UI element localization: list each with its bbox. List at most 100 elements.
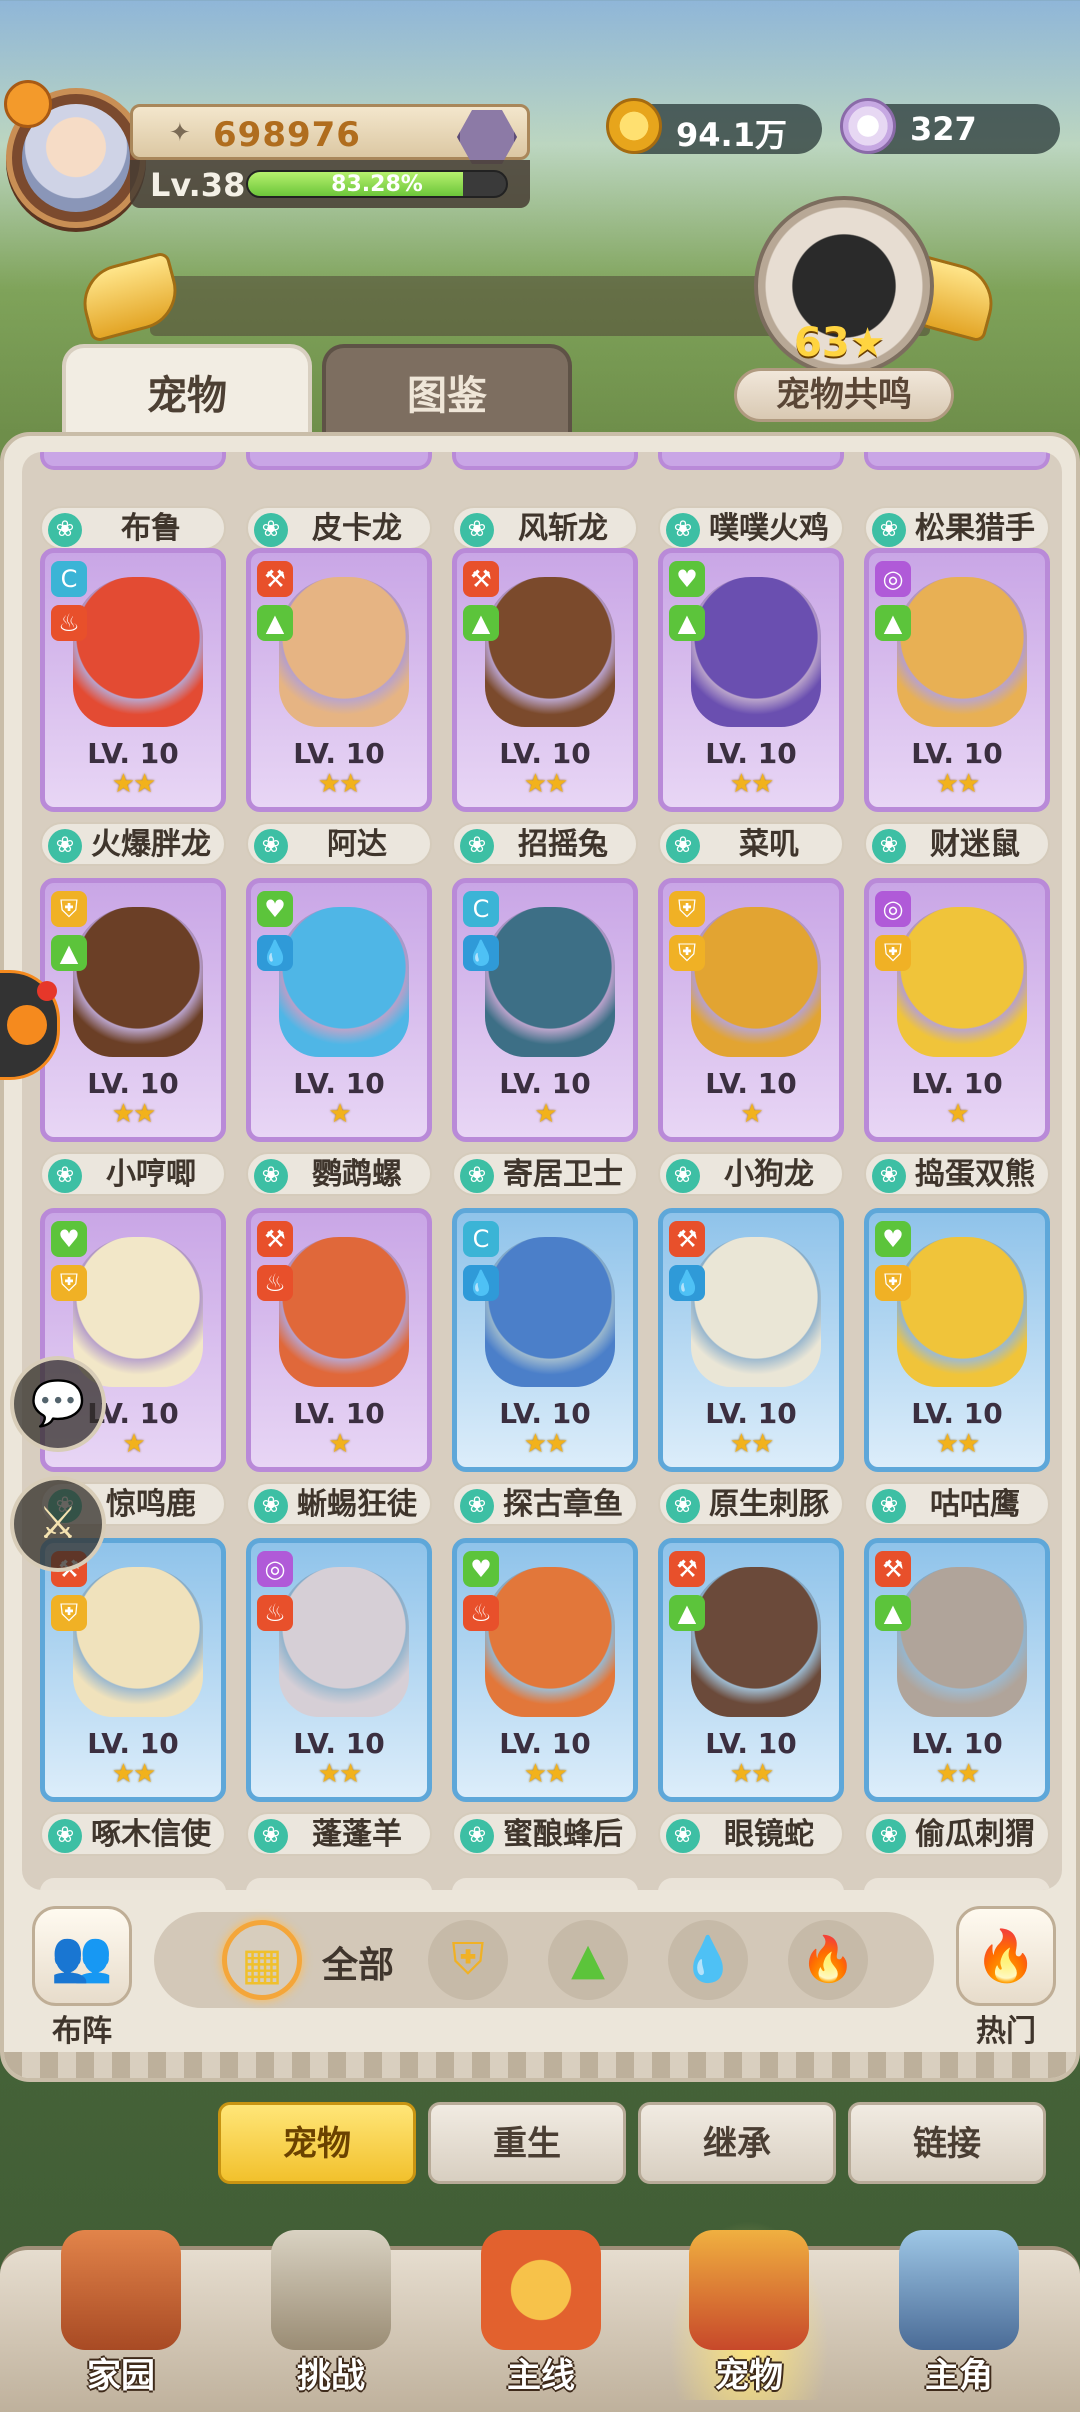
pet-name-pill[interactable]: ❀ 小狗龙 xyxy=(658,1152,844,1196)
element-badge-icon: ▲ xyxy=(875,1595,911,1631)
pet-card[interactable]: ⚒ 💧 LV. 10 ★★ xyxy=(658,1208,844,1472)
filter-earth-button[interactable]: ⛨ xyxy=(428,1920,508,2000)
pet-grid[interactable]: ❀ 布鲁 ❀ 皮卡龙 ❀ 风斩龙 ❀ 噗噗火鸡 ❀ 松果猎手 C ♨ LV. 10 ★… xyxy=(22,452,1062,1890)
pet-card[interactable]: ♥ ▲ LV. 10 ★★ xyxy=(658,548,844,812)
pet-name-pill[interactable]: ❀ 眼镜蛇 xyxy=(658,1812,844,1856)
pet-card[interactable]: ⚒ ▲ LV. 10 ★★ xyxy=(452,548,638,812)
paw-icon: ❀ xyxy=(872,513,906,547)
pet-name: 松果猎手 xyxy=(915,511,1035,546)
nav-pets[interactable]: 宠物 xyxy=(664,2220,834,2412)
partial-card xyxy=(658,452,844,470)
paw-icon: ❀ xyxy=(254,829,288,863)
pet-card[interactable]: ◎ ▲ LV. 10 ★★ xyxy=(864,548,1050,812)
action-inherit-button[interactable]: 继承 xyxy=(638,2102,836,2184)
pet-resonance-button[interactable]: 63★ 宠物共鸣 xyxy=(734,196,954,426)
filter-all-button[interactable]: ▦ xyxy=(222,1920,302,2000)
pet-card[interactable]: ♥ ♨ LV. 10 ★★ xyxy=(452,1538,638,1802)
nav-home-label: 家园 xyxy=(87,2356,155,2396)
pet-name-pill[interactable]: ❀ 蜥蜴狂徒 xyxy=(246,1482,432,1526)
class-badge-icon: ⚒ xyxy=(257,1221,293,1257)
pet-name-pill[interactable]: ❀ 风斩龙 xyxy=(452,506,638,550)
pet-card[interactable]: ⛨ ▲ LV. 10 ★★ xyxy=(40,878,226,1142)
nav-challenge[interactable]: 挑战 xyxy=(246,2220,416,2412)
pet-name-pill[interactable]: ❀ 噗噗火鸡 xyxy=(658,506,844,550)
pet-name-pill[interactable]: ❀ 菜叽 xyxy=(658,822,844,866)
action-pets-button[interactable]: 宠物 xyxy=(218,2102,416,2184)
pet-card[interactable]: ⛨ ⛨ LV. 10 ★ xyxy=(658,878,844,1142)
chat-button[interactable]: 💬 xyxy=(10,1356,106,1452)
pet-name-pill[interactable]: ❀ 小哼唧 xyxy=(40,1152,226,1196)
pet-level: LV. 10 xyxy=(911,1397,1003,1430)
pet-name: 皮卡龙 xyxy=(312,511,402,546)
pet-name-pill[interactable]: ❀ 鹦鹉螺 xyxy=(246,1152,432,1196)
pet-name-pill[interactable]: ❀ 布鲁 xyxy=(40,506,226,550)
formation-button[interactable]: 👥 xyxy=(32,1906,132,2006)
pet-name: 小哼唧 xyxy=(106,1157,196,1192)
pet-stars: ★★ xyxy=(729,1759,775,1789)
action-rebirth-button[interactable]: 重生 xyxy=(428,2102,626,2184)
pet-card[interactable]: ⚒ ▲ LV. 10 ★★ xyxy=(658,1538,844,1802)
pet-name-pill[interactable]: ❀ 原生刺豚 xyxy=(658,1482,844,1526)
pet-name-pill[interactable]: ❀ 蜜酿蜂后 xyxy=(452,1812,638,1856)
nav-home[interactable]: 家园 xyxy=(36,2220,206,2412)
pet-name-pill[interactable]: ❀ 啄木信使 xyxy=(40,1812,226,1856)
pet-card[interactable]: ⚒ ▲ LV. 10 ★★ xyxy=(864,1538,1050,1802)
battle-button[interactable]: ⚔ xyxy=(10,1476,106,1572)
pet-name-pill[interactable]: ❀ 偷瓜刺猬 xyxy=(864,1812,1050,1856)
element-badge-icon: 💧 xyxy=(463,935,499,971)
pet-name-pill[interactable]: ❀ 寄居卫士 xyxy=(452,1152,638,1196)
power-value: 698976 xyxy=(213,115,361,155)
settings-hex-icon[interactable] xyxy=(457,110,517,164)
pet-card[interactable]: ♥ 💧 LV. 10 ★ xyxy=(246,878,432,1142)
pet-portrait xyxy=(73,1567,203,1717)
paw-icon: ❀ xyxy=(872,829,906,863)
nav-pets-label: 宠物 xyxy=(715,2356,783,2396)
class-badge-icon: ⚒ xyxy=(669,1551,705,1587)
pet-name: 鹦鹉螺 xyxy=(312,1157,402,1192)
filter-grass-button[interactable]: ▲ xyxy=(548,1920,628,2000)
action-link-button[interactable]: 链接 xyxy=(848,2102,1046,2184)
pet-card[interactable]: ⚒ ♨ LV. 10 ★ xyxy=(246,1208,432,1472)
pet-card[interactable]: C 💧 LV. 10 ★★ xyxy=(452,1208,638,1472)
resonance-count: 63★ xyxy=(794,320,886,366)
gold-counter[interactable]: 94.1万 xyxy=(606,98,822,154)
level-bar: Lv.38 83.28% xyxy=(130,160,530,208)
element-badge-icon: 💧 xyxy=(463,1265,499,1301)
pet-portrait xyxy=(279,1567,409,1717)
nav-main-story[interactable]: 主线 xyxy=(456,2220,626,2412)
pet-name-pill[interactable]: ❀ 皮卡龙 xyxy=(246,506,432,550)
shell-counter[interactable]: 327 xyxy=(840,98,1060,154)
pet-card[interactable]: ◎ ⛨ LV. 10 ★ xyxy=(864,878,1050,1142)
hot-button[interactable]: 🔥 xyxy=(956,1906,1056,2006)
paw-icon: ❀ xyxy=(48,513,82,547)
pet-name-pill[interactable]: ❀ 咕咕鹰 xyxy=(864,1482,1050,1526)
pet-name-pill[interactable]: ❀ 捣蛋双熊 xyxy=(864,1152,1050,1196)
filter-fire-button[interactable]: 🔥 xyxy=(788,1920,868,2000)
pet-name-pill[interactable]: ❀ 招摇兔 xyxy=(452,822,638,866)
pet-name-pill[interactable]: ❀ 松果猎手 xyxy=(864,506,1050,550)
pet-card[interactable]: ◎ ♨ LV. 10 ★★ xyxy=(246,1538,432,1802)
pet-name: 火爆胖龙 xyxy=(91,827,211,862)
pet-name: 寄居卫士 xyxy=(503,1157,623,1192)
pet-card[interactable]: C 💧 LV. 10 ★ xyxy=(452,878,638,1142)
pet-stars: ★★ xyxy=(111,1099,157,1129)
pet-name-pill[interactable]: ❀ 财迷鼠 xyxy=(864,822,1050,866)
pet-card[interactable]: ⚒ ▲ LV. 10 ★★ xyxy=(246,548,432,812)
paw-icon: ❀ xyxy=(48,829,82,863)
filter-water-button[interactable]: 💧 xyxy=(668,1920,748,2000)
pet-card[interactable]: C ♨ LV. 10 ★★ xyxy=(40,548,226,812)
pet-card[interactable]: ⚒⛨LV. 10★★ xyxy=(40,1538,226,1802)
class-badge-icon: ⛨ xyxy=(51,891,87,927)
element-badge-icon: ⛨ xyxy=(875,1265,911,1301)
gold-value: 94.1万 xyxy=(676,116,787,154)
pet-name-pill[interactable]: ❀ 阿达 xyxy=(246,822,432,866)
pet-name: 咕咕鹰 xyxy=(930,1487,1020,1522)
nav-hero[interactable]: 主角 xyxy=(874,2220,1044,2412)
pet-stars: ★★ xyxy=(523,1429,569,1459)
pet-name-pill[interactable]: ❀ 蓬蓬羊 xyxy=(246,1812,432,1856)
tab-pets[interactable]: 宠物 xyxy=(62,344,312,444)
pet-name-pill[interactable]: ❀ 火爆胖龙 xyxy=(40,822,226,866)
tab-dex[interactable]: 图鉴 xyxy=(322,344,572,444)
pet-card[interactable]: ♥ ⛨ LV. 10 ★★ xyxy=(864,1208,1050,1472)
pet-name-pill[interactable]: ❀ 探古章鱼 xyxy=(452,1482,638,1526)
